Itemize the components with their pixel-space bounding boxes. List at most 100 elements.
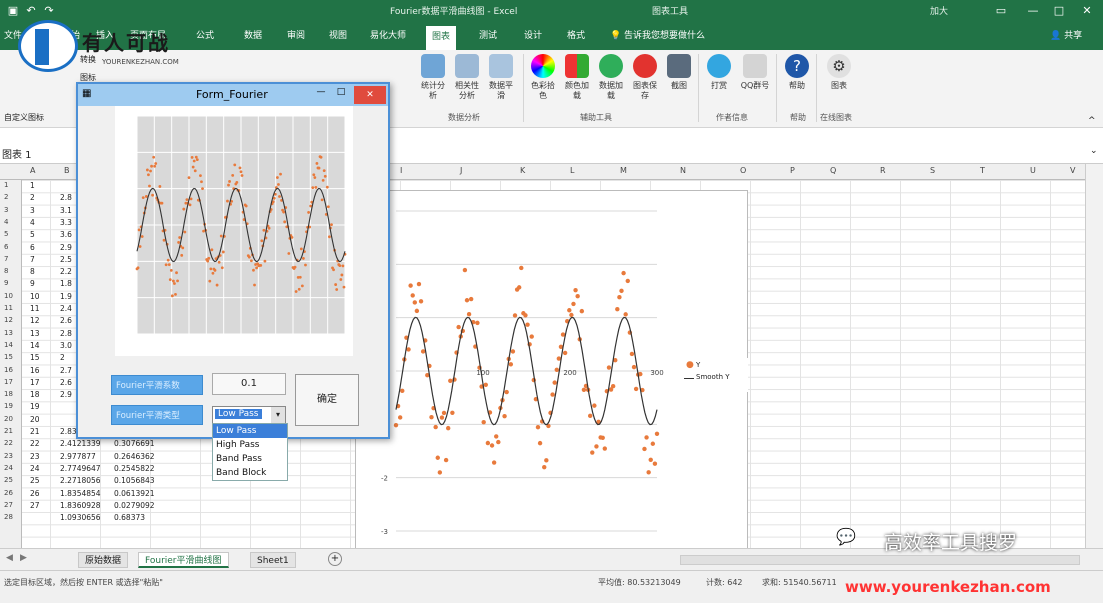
data-smooth-button[interactable]: 数据平滑 xyxy=(486,54,516,108)
add-sheet-icon[interactable]: + xyxy=(328,552,342,566)
dialog-maximize-icon[interactable]: □ xyxy=(334,87,348,97)
cell-a[interactable]: 26 xyxy=(30,489,40,498)
undo-icon[interactable]: ↶ xyxy=(24,3,38,19)
row-header-17[interactable]: 17 xyxy=(4,378,13,386)
cell-b[interactable]: 2.6 xyxy=(60,378,72,387)
column-header-P[interactable]: P xyxy=(790,166,795,175)
collapse-ribbon-icon[interactable]: ^ xyxy=(1088,116,1096,126)
cell-a[interactable]: 15 xyxy=(30,353,40,362)
row-header-21[interactable]: 21 xyxy=(4,427,13,435)
row-header-6[interactable]: 6 xyxy=(4,243,8,251)
cell-b[interactable]: 2.7749647 xyxy=(60,464,101,473)
reward-button[interactable]: 打赏 xyxy=(704,54,734,108)
cell-a[interactable]: 10 xyxy=(30,292,40,301)
chevron-down-icon[interactable]: ▾ xyxy=(271,407,285,423)
help-button[interactable]: ? 帮助 xyxy=(782,54,812,108)
color-picker-button[interactable]: 色彩拾色 xyxy=(528,54,558,108)
ribbon-display-icon[interactable]: ▭ xyxy=(990,3,1012,19)
row-header-25[interactable]: 25 xyxy=(4,476,13,484)
column-header-N[interactable]: N xyxy=(680,166,686,175)
save-icon[interactable]: ▣ xyxy=(6,3,20,19)
cell-b[interactable]: 2.7 xyxy=(60,366,72,375)
cell-c[interactable]: 0.68373 xyxy=(114,513,145,522)
cell-b[interactable]: 2.6 xyxy=(60,316,72,325)
correlation-button[interactable]: 相关性分析 xyxy=(452,54,482,108)
vertical-scrollbar[interactable] xyxy=(1085,164,1103,548)
cell-c[interactable]: 0.0279092 xyxy=(114,501,155,510)
minimize-icon[interactable]: — xyxy=(1022,3,1044,19)
horizontal-scrollbar[interactable] xyxy=(680,555,1080,565)
qq-group-button[interactable]: QQ群号 xyxy=(740,54,770,108)
sheet-tab-fourier[interactable]: Fourier平滑曲线图 xyxy=(138,552,229,568)
cell-b[interactable]: 2.977877 xyxy=(60,452,96,461)
maximize-icon[interactable]: □ xyxy=(1048,3,1070,19)
cell-c[interactable]: 0.2545822 xyxy=(114,464,155,473)
cell-b[interactable]: 2 xyxy=(60,353,65,362)
row-header-14[interactable]: 14 xyxy=(4,341,13,349)
ok-button[interactable]: 确定 xyxy=(295,374,359,426)
cell-a[interactable]: 27 xyxy=(30,501,40,510)
tell-me-input[interactable]: 告诉我您想要做什么 xyxy=(624,28,705,44)
row-header-12[interactable]: 12 xyxy=(4,316,13,324)
smooth-coef-input[interactable]: 0.1 xyxy=(212,373,286,395)
cell-a[interactable]: 24 xyxy=(30,464,40,473)
screenshot-button[interactable]: 截图 xyxy=(664,54,694,108)
row-header-15[interactable]: 15 xyxy=(4,353,13,361)
cell-a[interactable]: 8 xyxy=(30,267,35,276)
cell-b[interactable]: 2.2718056 xyxy=(60,476,101,485)
sheet-tab-raw[interactable]: 原始数据 xyxy=(78,552,129,568)
cell-b[interactable]: 1.8360928 xyxy=(60,501,101,510)
row-header-20[interactable]: 20 xyxy=(4,415,13,423)
cell-a[interactable]: 6 xyxy=(30,243,35,252)
tab-view[interactable]: 视图 xyxy=(329,28,347,44)
smooth-type-dropdown[interactable]: Low Pass High Pass Band Pass Band Block xyxy=(212,423,288,481)
option-band-block[interactable]: Band Block xyxy=(213,466,287,480)
option-low-pass[interactable]: Low Pass xyxy=(213,424,287,438)
cell-b[interactable]: 2.2 xyxy=(60,267,72,276)
cell-b[interactable]: 1.8354854 xyxy=(60,489,101,498)
row-header-3[interactable]: 3 xyxy=(4,206,8,214)
row-header-9[interactable]: 9 xyxy=(4,279,8,287)
dialog-minimize-icon[interactable]: — xyxy=(314,87,328,97)
cell-b[interactable]: 2.4 xyxy=(60,304,72,313)
expand-formula-icon[interactable]: ⌄ xyxy=(1090,146,1098,156)
row-header-19[interactable]: 19 xyxy=(4,402,13,410)
option-high-pass[interactable]: High Pass xyxy=(213,438,287,452)
dialog-close-icon[interactable]: ✕ xyxy=(354,86,386,104)
column-header-Q[interactable]: Q xyxy=(830,166,836,175)
cell-a[interactable]: 25 xyxy=(30,476,40,485)
cell-b[interactable]: 2.5 xyxy=(60,255,72,264)
cell-b[interactable]: 1.9 xyxy=(60,292,72,301)
redo-icon[interactable]: ↷ xyxy=(42,3,56,19)
row-header-23[interactable]: 23 xyxy=(4,452,13,460)
data-load-button[interactable]: 数据加载 xyxy=(596,54,626,108)
tab-design[interactable]: 设计 xyxy=(524,28,542,44)
cell-a[interactable]: 19 xyxy=(30,402,40,411)
row-header-4[interactable]: 4 xyxy=(4,218,8,226)
column-header-V[interactable]: V xyxy=(1070,166,1075,175)
user-name[interactable]: 加大 xyxy=(930,4,948,17)
row-header-10[interactable]: 10 xyxy=(4,292,13,300)
cell-b[interactable]: 2.8 xyxy=(60,329,72,338)
cell-a[interactable]: 9 xyxy=(30,279,35,288)
column-header-I[interactable]: I xyxy=(400,166,402,175)
online-chart-button[interactable]: ⚙ 图表 xyxy=(824,54,854,108)
cell-a[interactable]: 11 xyxy=(30,304,40,313)
cell-b[interactable]: 3.3 xyxy=(60,218,72,227)
column-header-A[interactable]: A xyxy=(30,166,35,175)
cell-b[interactable]: 3.6 xyxy=(60,230,72,239)
row-header-28[interactable]: 28 xyxy=(4,513,13,521)
cell-a[interactable]: 13 xyxy=(30,329,40,338)
row-header-5[interactable]: 5 xyxy=(4,230,8,238)
row-header-18[interactable]: 18 xyxy=(4,390,13,398)
row-header-26[interactable]: 26 xyxy=(4,489,13,497)
column-header-R[interactable]: R xyxy=(880,166,886,175)
share-button[interactable]: 👤 共享 xyxy=(1050,28,1082,44)
row-header-13[interactable]: 13 xyxy=(4,329,13,337)
cell-a[interactable]: 7 xyxy=(30,255,35,264)
cell-b[interactable]: 2.8 xyxy=(60,193,72,202)
tab-yihua[interactable]: 易化大师 xyxy=(370,28,406,44)
cell-c[interactable]: 0.2646362 xyxy=(114,452,155,461)
option-band-pass[interactable]: Band Pass xyxy=(213,452,287,466)
color-load-button[interactable]: 颜色加载 xyxy=(562,54,592,108)
